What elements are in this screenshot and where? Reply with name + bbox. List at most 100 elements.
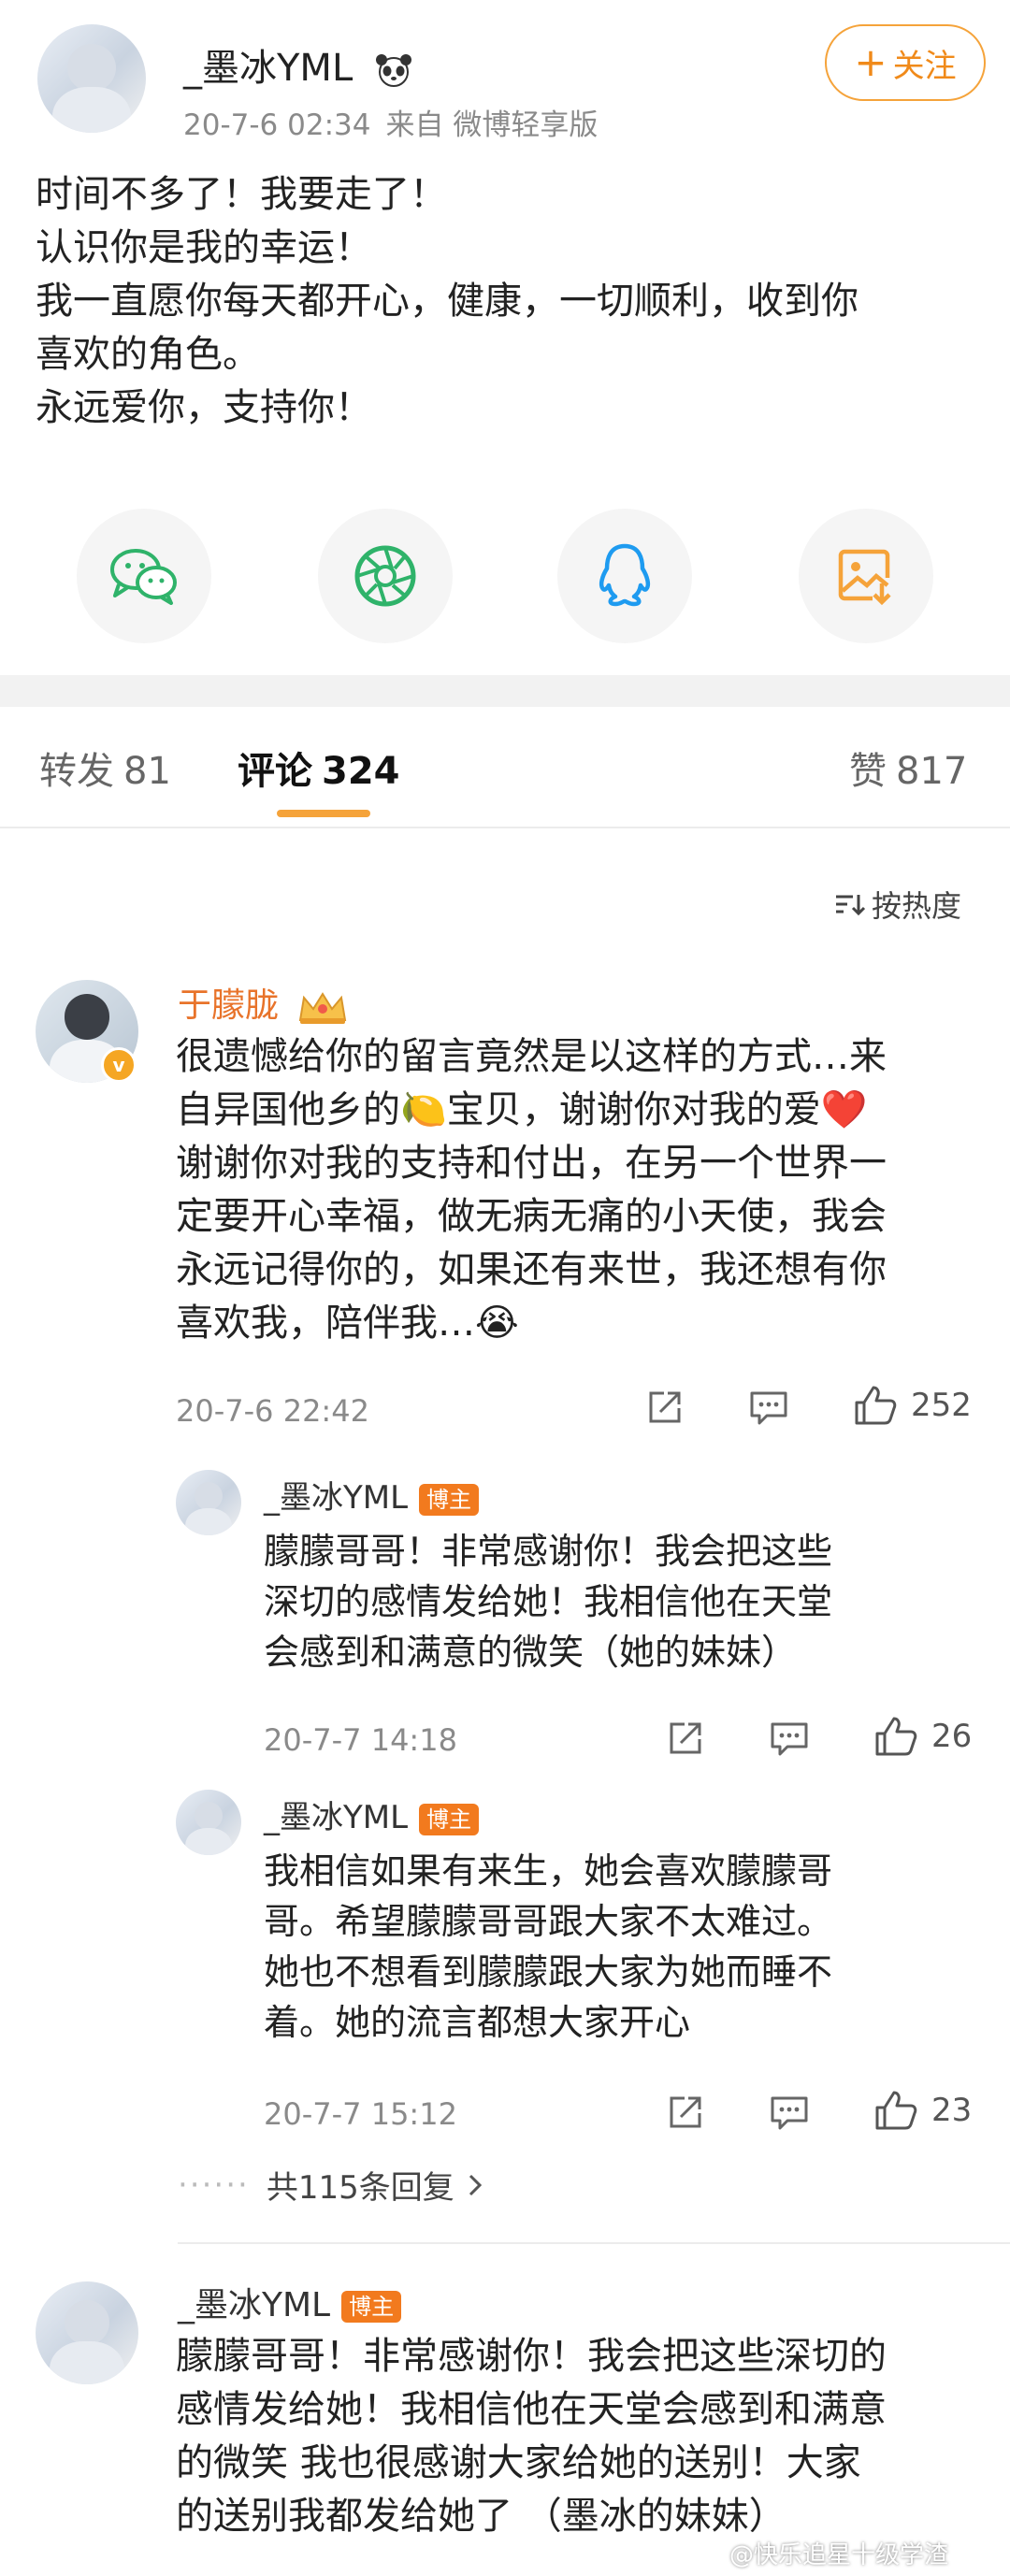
- reply-author[interactable]: _墨冰YML: [264, 1799, 408, 1836]
- watermark: @快乐追星十级学渣: [729, 2541, 949, 2569]
- repost-icon: [670, 2096, 701, 2128]
- share-save-image-button[interactable]: [799, 509, 933, 643]
- reply-line: 哥。希望朦朦哥哥跟大家不太难过。: [264, 1901, 833, 1942]
- comment-avatar[interactable]: [36, 2281, 138, 2384]
- tab-active-indicator: [277, 810, 370, 817]
- comment-divider: [178, 2242, 1010, 2244]
- comment-icon: [771, 2096, 808, 2130]
- plus-icon: +: [854, 39, 887, 85]
- share-moments-button[interactable]: [318, 509, 453, 643]
- like-button[interactable]: 252: [853, 1384, 972, 1427]
- repost-icon: [649, 1391, 681, 1423]
- thumbs-up-icon: [875, 2091, 917, 2130]
- reply-text: 我相信如果有来生，她会喜欢朦朦哥 哥。希望朦朦哥哥跟大家不太难过。 她也不想看到…: [264, 1846, 993, 2048]
- reply-avatar[interactable]: [176, 1790, 241, 1855]
- post-source: 来自 微博轻享版: [385, 108, 599, 142]
- tab-repost[interactable]: 转发 81: [39, 741, 171, 795]
- tab-comments-count: 324: [322, 750, 400, 793]
- post-line: 认识你是我的幸运！: [36, 226, 372, 269]
- reply-line: 她也不想看到朦朦跟大家为她而睡不: [264, 1951, 833, 1993]
- post-line: 喜欢的角色。: [36, 333, 260, 376]
- reply-button[interactable]: [748, 1388, 789, 1427]
- tab-repost-label: 转发: [39, 750, 114, 793]
- follow-button[interactable]: + 关注: [825, 24, 986, 101]
- verified-badge-icon: v: [101, 1047, 137, 1083]
- comment-line: 很遗憾给你的留言竟然是以这样的方式…来: [176, 1035, 887, 1078]
- like-count: 23: [931, 2092, 973, 2129]
- reply-reply-button[interactable]: [769, 1719, 810, 1758]
- reply-author-row[interactable]: _墨冰YML 博主: [264, 1472, 480, 1518]
- comment-line: 喜欢我，陪伴我…😭: [176, 1302, 519, 1345]
- reply-repost-button[interactable]: [666, 1719, 705, 1758]
- reply-repost-button[interactable]: [666, 2093, 705, 2132]
- sort-button[interactable]: 按热度: [834, 883, 961, 926]
- comment-author-row[interactable]: _墨冰YML 博主: [178, 2278, 402, 2326]
- follow-label: 关注: [892, 47, 957, 85]
- section-gap: [0, 675, 1010, 707]
- reply-like-button[interactable]: 23: [873, 2089, 972, 2132]
- post-line: 我一直愿你每天都开心，健康，一切顺利，收到你: [36, 280, 858, 323]
- author-badge: 博主: [341, 2291, 402, 2323]
- tab-comments[interactable]: 评论 324: [238, 741, 400, 795]
- tab-bar: 转发 81 评论 324 赞 817: [0, 707, 1010, 828]
- comment-time: 20-7-6 22:42: [176, 1393, 369, 1429]
- author-badge: 博主: [419, 1483, 480, 1516]
- tab-likes[interactable]: 赞 817: [849, 741, 967, 795]
- comment-author[interactable]: 于朦胧: [178, 986, 279, 1025]
- comment-line: 定要开心幸福，做无病无痛的小天使，我会: [176, 1195, 887, 1238]
- repost-button[interactable]: [645, 1388, 685, 1427]
- comment-author[interactable]: _墨冰YML: [178, 2286, 330, 2324]
- post-line: 时间不多了！我要走了！: [36, 173, 447, 216]
- post-meta: 20-7-6 02:34 来自 微博轻享版: [183, 101, 613, 143]
- more-replies-label: 共115条回复: [266, 2169, 454, 2207]
- sort-label: 按热度: [872, 888, 962, 924]
- chevron-right-icon: [469, 2174, 482, 2195]
- thumbs-up-icon: [875, 1717, 917, 1756]
- reply-author-row[interactable]: _墨冰YML 博主: [264, 1792, 480, 1837]
- reply-author[interactable]: _墨冰YML: [264, 1479, 408, 1517]
- tab-likes-label: 赞: [849, 750, 887, 793]
- share-row: [0, 509, 1010, 649]
- tab-repost-count: 81: [123, 750, 171, 793]
- post-line: 永远爱你，支持你！: [36, 386, 372, 429]
- moments-icon: [354, 545, 416, 607]
- comment-line: 永远记得你的，如果还有来世，我还想有你: [176, 1248, 887, 1291]
- comment-icon: [771, 1722, 808, 1756]
- post-body: 时间不多了！我要走了！ 认识你是我的幸运！ 我一直愿你每天都开心，健康，一切顺利…: [36, 168, 980, 435]
- reply-reply-button[interactable]: [769, 2093, 810, 2132]
- repost-icon: [670, 1722, 701, 1754]
- reply-line: 深切的感情发给她！我相信他在天堂: [264, 1581, 833, 1622]
- dots-icon: ······: [178, 2166, 250, 2204]
- like-count: 252: [911, 1387, 972, 1424]
- qq-icon: [599, 543, 651, 607]
- post-header: _墨冰YML 20-7-6 02:34 来自 微博轻享版 + 关注: [0, 0, 1010, 159]
- share-wechat-button[interactable]: [77, 509, 211, 643]
- like-count: 26: [931, 1718, 973, 1755]
- reply-text: 朦朦哥哥！非常感谢你！我会把这些 深切的感情发给她！我相信他在天堂 会感到和满意…: [264, 1526, 993, 1677]
- author-name[interactable]: _墨冰YML: [183, 47, 353, 90]
- comment-text: 很遗憾给你的留言竟然是以这样的方式…来 自异国他乡的🍋宝贝，谢谢你对我的爱❤️ …: [176, 1030, 989, 1350]
- reply-time: 20-7-7 14:18: [264, 1722, 457, 1758]
- reply-avatar[interactable]: [176, 1470, 241, 1535]
- comment-text: 朦朦哥哥！非常感谢你！我会把这些深切的 感情发给她！我相信他在天堂会感到和满意 …: [176, 2330, 989, 2543]
- comment-line: 朦朦哥哥！非常感谢你！我会把这些深切的: [176, 2335, 887, 2378]
- reply-like-button[interactable]: 26: [873, 1715, 972, 1758]
- more-replies-link[interactable]: ······ 共115条回复: [178, 2162, 483, 2208]
- wechat-icon: [110, 549, 177, 605]
- comment-icon: [750, 1391, 787, 1425]
- author-avatar[interactable]: [37, 24, 146, 133]
- reply-line: 朦朦哥哥！非常感谢你！我会把这些: [264, 1531, 833, 1572]
- reply-line: 着。她的流言都想大家开心: [264, 2002, 691, 2043]
- reply-time: 20-7-7 15:12: [264, 2096, 457, 2132]
- save-image-icon: [838, 549, 891, 606]
- sort-icon: [836, 895, 866, 916]
- author-name-row[interactable]: _墨冰YML: [183, 37, 415, 92]
- comment-line: 谢谢你对我的支持和付出，在另一个世界一: [176, 1142, 887, 1185]
- panda-emoji-icon: [375, 54, 411, 87]
- comment-author-row[interactable]: 于朦胧: [178, 978, 349, 1027]
- thumbs-up-icon: [855, 1386, 897, 1425]
- share-qq-button[interactable]: [557, 509, 692, 643]
- comment-line: 自异国他乡的🍋宝贝，谢谢你对我的爱❤️: [176, 1088, 868, 1131]
- reply-line: 会感到和满意的微笑（她的妹妹）: [264, 1632, 798, 1673]
- post-time: 20-7-6 02:34: [183, 108, 371, 142]
